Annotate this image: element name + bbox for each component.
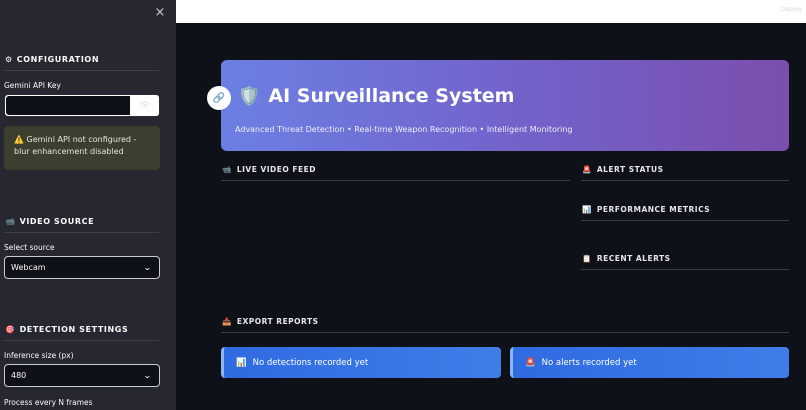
show-password-button[interactable]: 👁 (131, 95, 159, 116)
siren-icon: 🚨 (525, 357, 536, 368)
inference-size-select[interactable]: 480 ⌄ (4, 364, 160, 387)
inference-size-label: Inference size (px) (4, 351, 74, 360)
anchor-link-button[interactable]: 🔗 (207, 86, 231, 110)
siren-icon: 🚨 (582, 165, 592, 174)
bar-chart-icon: 📊 (236, 357, 247, 368)
no-alerts-info: 🚨 No alerts recorded yet (510, 347, 789, 378)
detection-divider (4, 340, 159, 341)
page-title: 🛡️ AI Surveillance System (238, 85, 514, 107)
video-source-title: VIDEO SOURCE (19, 217, 95, 226)
chevron-down-icon: ⌄ (143, 263, 153, 272)
api-key-label: Gemini API Key (4, 81, 61, 90)
bar-chart-icon: 📊 (582, 205, 592, 214)
top-header-bar: Deploy (176, 0, 806, 23)
deploy-button[interactable]: Deploy (781, 6, 802, 13)
source-select-value: Webcam (11, 263, 46, 272)
live-feed-title: LIVE VIDEO FEED (236, 165, 316, 174)
alert-status-header: 🚨 ALERT STATUS (582, 165, 663, 174)
shield-icon: 🛡️ (238, 85, 261, 107)
link-icon: 🔗 (212, 92, 226, 104)
video-camera-icon: 📹 (5, 217, 16, 226)
page-subtitle: Advanced Threat Detection • Real-time We… (235, 125, 573, 134)
inference-size-value: 480 (11, 371, 27, 380)
source-select[interactable]: Webcam ⌄ (4, 256, 160, 279)
video-camera-icon: 📹 (222, 165, 232, 174)
video-divider (4, 232, 159, 233)
export-reports-header: 📥 EXPORT REPORTS (222, 317, 319, 326)
performance-divider (581, 220, 789, 221)
close-icon: × (154, 5, 166, 20)
performance-metrics-header: 📊 PERFORMANCE METRICS (582, 205, 710, 214)
configuration-header: ⚙ CONFIGURATION (5, 55, 99, 64)
target-icon: 🎯 (5, 325, 16, 334)
eye-icon: 👁 (139, 100, 151, 111)
close-sidebar-button[interactable]: × (152, 5, 168, 21)
process-frames-label: Process every N frames (4, 398, 93, 407)
configuration-title: CONFIGURATION (16, 55, 100, 64)
detection-settings-header: 🎯 DETECTION SETTINGS (5, 325, 128, 334)
api-key-input-group: 👁 (4, 94, 160, 117)
alert-status-divider (581, 180, 789, 181)
detection-settings-title: DETECTION SETTINGS (19, 325, 129, 334)
video-source-header: 📹 VIDEO SOURCE (5, 217, 94, 226)
live-feed-header: 📹 LIVE VIDEO FEED (222, 165, 316, 174)
config-divider (4, 70, 159, 71)
api-warning-text: Gemini API not configured - blur enhance… (14, 135, 137, 156)
gear-icon: ⚙ (5, 55, 13, 64)
recent-alerts-divider (581, 269, 789, 270)
no-alerts-text: No alerts recorded yet (541, 357, 637, 368)
select-source-label: Select source (4, 243, 55, 252)
recent-alerts-title: RECENT ALERTS (596, 254, 671, 263)
no-detections-text: No detections recorded yet (252, 357, 369, 368)
inbox-icon: 📥 (222, 317, 232, 326)
api-warning-box: ⚠️ Gemini API not configured - blur enha… (4, 126, 160, 170)
live-feed-divider (221, 180, 570, 181)
sidebar: × ⚙ CONFIGURATION Gemini API Key 👁 ⚠️ Ge… (0, 0, 176, 410)
chevron-down-icon: ⌄ (143, 371, 153, 380)
export-reports-title: EXPORT REPORTS (236, 317, 319, 326)
recent-alerts-header: 📋 RECENT ALERTS (582, 254, 671, 263)
page-title-text: AI Surveillance System (268, 85, 515, 107)
api-key-input[interactable] (5, 95, 131, 116)
export-divider (221, 332, 789, 333)
performance-metrics-title: PERFORMANCE METRICS (596, 205, 711, 214)
alert-status-title: ALERT STATUS (596, 165, 664, 174)
warning-icon: ⚠️ (14, 135, 24, 144)
no-detections-info: 📊 No detections recorded yet (221, 347, 501, 378)
clipboard-icon: 📋 (582, 254, 592, 263)
